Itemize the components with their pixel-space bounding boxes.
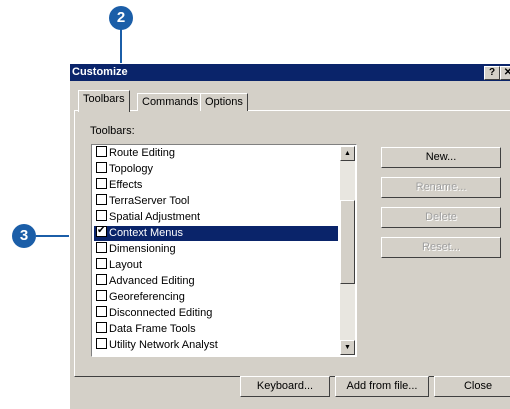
checkbox[interactable] [96,178,107,189]
list-item-label: Effects [109,179,143,191]
close-button[interactable]: Close [434,376,510,397]
checkbox[interactable] [96,242,107,253]
toolbars-list[interactable]: Route Editing Topology Effects TerraServer … [91,144,357,357]
checkbox[interactable] [96,146,107,157]
tab-options[interactable]: Options [200,93,248,111]
scroll-up-icon[interactable]: ▲ [340,146,355,161]
checkbox[interactable] [96,162,107,173]
close-icon[interactable]: ✕ [500,66,510,80]
checkbox[interactable] [96,306,107,317]
list-item-label: Context Menus [109,227,183,239]
callout-step-3: 3 [12,224,36,248]
window-title: Customize [72,66,128,78]
help-icon[interactable]: ? [484,66,500,80]
reset-button[interactable]: Reset... [381,237,501,258]
list-item-label: TerraServer Tool [109,195,190,207]
checkbox[interactable] [96,338,107,349]
list-item-label: Spatial Adjustment [109,211,201,223]
list-item[interactable]: Utility Network Analyst [94,338,338,353]
list-item-label: Georeferencing [109,291,185,303]
list-item-label: Layout [109,259,143,271]
checkbox[interactable] [96,290,107,301]
list-item[interactable]: Dimensioning [94,242,338,257]
list-item-label: Topology [109,163,154,175]
checkbox[interactable] [96,322,107,333]
callout-step-2: 2 [109,6,133,30]
delete-button[interactable]: Delete [381,207,501,228]
checkbox[interactable] [96,210,107,221]
list-item[interactable]: TerraServer Tool [94,194,338,209]
list-item-label: Utility Network Analyst [109,339,218,351]
list-item[interactable]: ✔ Context Menus [94,225,338,241]
list-item-label: Advanced Editing [109,275,195,287]
scroll-thumb[interactable] [340,200,355,284]
list-item[interactable]: Spatial Adjustment [94,210,338,225]
checkbox[interactable]: ✔ [96,225,107,237]
list-item[interactable]: Layout [94,258,338,273]
customize-dialog: Customize ? ✕ Toolbars Commands Options … [69,63,510,409]
checkbox[interactable] [96,258,107,269]
list-item[interactable]: Advanced Editing [94,274,338,289]
list-item[interactable]: Topology [94,162,338,177]
list-item[interactable]: Data Frame Tools [94,322,338,337]
list-item[interactable]: Georeferencing [94,290,338,305]
checkmark-icon: ✔ [97,225,106,236]
title-bar: Customize [70,64,510,81]
list-item[interactable]: Effects [94,178,338,193]
list-item[interactable]: Route Editing [94,146,338,161]
checkbox[interactable] [96,274,107,285]
list-item[interactable]: Disconnected Editing [94,306,338,321]
list-item-label: Disconnected Editing [109,307,213,319]
rename-button[interactable]: Rename... [381,177,501,198]
list-item-label: Data Frame Tools [109,323,196,335]
toolbars-label: Toolbars: [90,125,135,137]
list-item-label: Dimensioning [109,243,176,255]
tab-toolbars[interactable]: Toolbars [78,90,130,112]
tab-commands[interactable]: Commands [137,93,204,111]
list-scrollbar[interactable]: ▲ ▼ [340,146,355,355]
scroll-down-icon[interactable]: ▼ [340,340,355,355]
new-button[interactable]: New... [381,147,501,168]
list-item-label: Route Editing [109,147,176,159]
checkbox[interactable] [96,194,107,205]
keyboard-button[interactable]: Keyboard... [240,376,330,397]
add-from-file-button[interactable]: Add from file... [335,376,429,397]
